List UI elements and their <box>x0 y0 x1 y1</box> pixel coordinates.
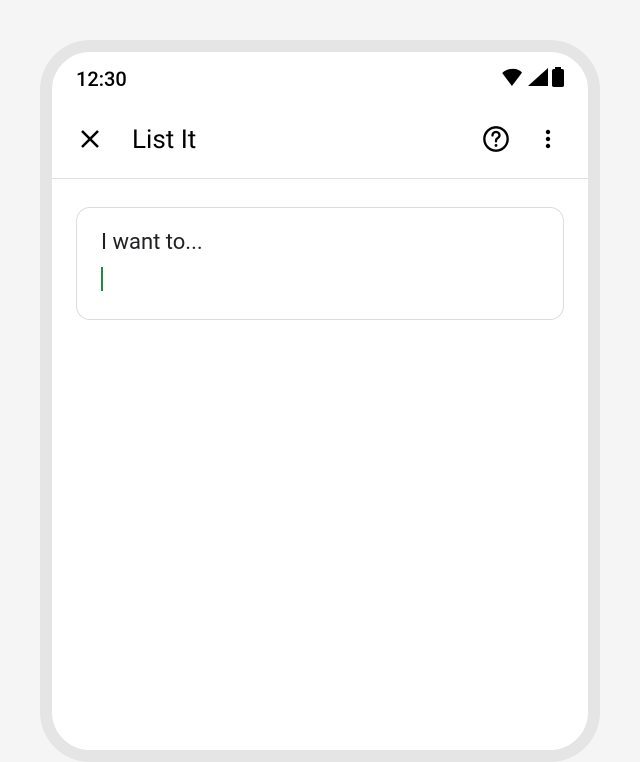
help-icon <box>482 125 510 156</box>
more-button[interactable] <box>528 120 568 160</box>
text-cursor <box>101 267 103 291</box>
input-card[interactable]: I want to... <box>76 207 564 320</box>
status-time: 12:30 <box>76 67 127 91</box>
more-vert-icon <box>536 127 560 154</box>
content-area: I want to... <box>52 179 588 348</box>
battery-icon <box>552 67 564 91</box>
help-button[interactable] <box>476 120 516 160</box>
input-label: I want to... <box>101 230 539 255</box>
phone-frame: 12:30 <box>40 40 600 762</box>
close-icon <box>78 127 102 154</box>
wifi-icon <box>502 68 524 90</box>
app-title: List It <box>132 125 464 155</box>
status-bar: 12:30 <box>52 52 588 102</box>
close-button[interactable] <box>72 122 108 158</box>
signal-icon <box>528 68 548 90</box>
app-bar: List It <box>52 102 588 179</box>
status-icons <box>502 67 564 91</box>
